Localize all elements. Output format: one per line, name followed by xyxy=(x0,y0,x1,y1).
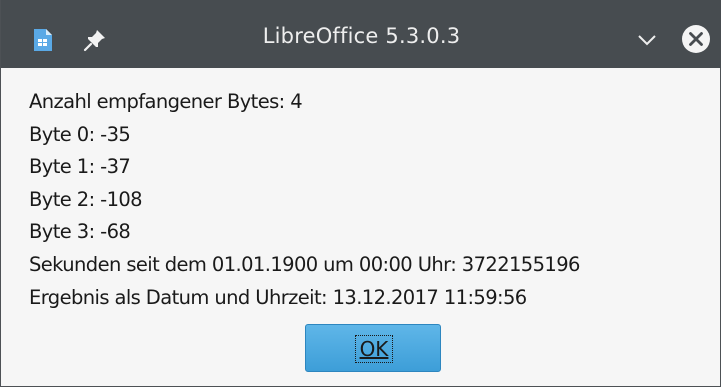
ok-button[interactable]: OK xyxy=(305,324,441,372)
message-line: Sekunden seit dem 01.01.1900 um 00:00 Uh… xyxy=(29,252,580,276)
window-title: LibreOffice 5.3.0.3 xyxy=(262,24,461,48)
message-line: Byte 2: -108 xyxy=(29,187,143,211)
message-line: Ergebnis als Datum und Uhrzeit: 13.12.20… xyxy=(29,285,527,309)
chevron-down-icon[interactable] xyxy=(637,32,657,46)
message-dialog: LibreOffice 5.3.0.3 Anzahl empfangener B… xyxy=(0,0,721,387)
message-line: Byte 0: -35 xyxy=(29,122,131,146)
ok-button-label: OK xyxy=(355,335,393,363)
title-bar[interactable]: LibreOffice 5.3.0.3 xyxy=(1,0,721,68)
message-line: Byte 3: -68 xyxy=(29,220,131,244)
dialog-message: Anzahl empfangener Bytes: 4 Byte 0: -35 … xyxy=(29,86,719,314)
message-line: Anzahl empfangener Bytes: 4 xyxy=(29,90,303,113)
message-line: Byte 1: -37 xyxy=(29,155,131,179)
close-icon[interactable] xyxy=(681,24,711,54)
